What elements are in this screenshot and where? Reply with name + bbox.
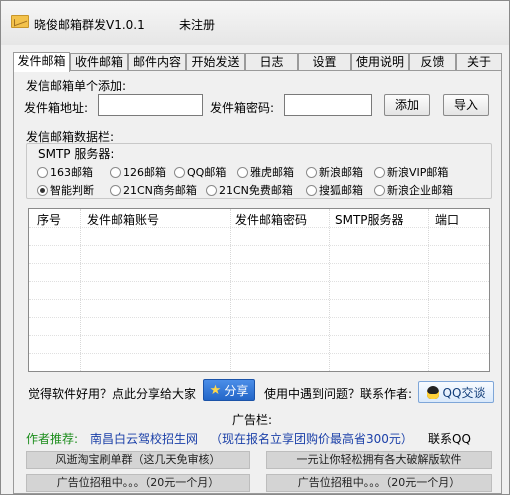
radio-163[interactable]: 163邮箱 [37,164,93,180]
radio-label: 雅虎邮箱 [250,166,294,179]
radio-sina-vip[interactable]: 新浪VIP邮箱 [374,164,448,180]
radio-circle-icon [374,184,385,196]
add-button[interactable]: 添加 [384,94,430,116]
tab-sender-mailbox[interactable]: 发件邮箱 [13,52,70,72]
radio-sina[interactable]: 新浪邮箱 [306,164,363,180]
radio-21cn-free[interactable]: 21CN免费邮箱 [206,182,293,198]
radio-label: 新浪邮箱 [319,166,363,179]
table-header-smtp[interactable]: SMTP服务器 [335,211,404,228]
address-label: 发件箱地址: [24,101,89,115]
tab-bar: 发件邮箱 收件邮箱 邮件内容 开始发送 日志 设置 使用说明 反馈 关于 [13,52,502,72]
radio-label: 21CN商务邮箱 [123,184,197,197]
table-column [81,209,231,371]
share-button[interactable]: ★ 分享 [203,379,255,401]
window-title: 晓俊邮箱群发V1.0.1 [34,18,145,32]
radio-label: 21CN免费邮箱 [219,184,293,197]
qq-chat-button[interactable]: QQ交谈 [418,381,494,403]
table-row [29,281,489,282]
tab-log[interactable]: 日志 [245,53,298,71]
import-button[interactable]: 导入 [443,94,489,116]
add-section-heading: 发信邮箱单个添加: [26,79,127,93]
radio-yahoo[interactable]: 雅虎邮箱 [237,164,294,180]
table-column [29,209,81,371]
table-row [29,299,489,300]
table-header-port[interactable]: 端口 [435,211,459,228]
ad-button[interactable]: 广告位招租中。。。（20元一个月） [266,474,492,492]
tab-settings[interactable]: 设置 [298,53,351,71]
radio-126[interactable]: 126邮箱 [110,164,166,180]
tab-recipient-mailbox[interactable]: 收件邮箱 [70,53,128,71]
sender-panel: 发信邮箱单个添加: 发件箱地址: 发件箱密码: 添加 导入 发信邮箱数据栏: S… [13,70,502,494]
ad-button[interactable]: 风逝淘宝刷单群（这几天免审核） [26,451,250,469]
help-prompt: 使用中遇到问题？联系作者: [264,387,413,401]
radio-circle-icon [374,166,385,178]
radio-sina-enterprise[interactable]: 新浪企业邮箱 [374,182,453,198]
ad-button[interactable]: 广告位招租中。。。（20元一个月） [26,474,250,492]
share-prompt: 觉得软件好用？点此分享给大家 [28,387,197,401]
qq-penguin-icon [426,385,439,399]
radio-circle-icon [110,166,121,178]
app-window: 晓俊邮箱群发V1.0.1 未注册 发件邮箱 收件邮箱 邮件内容 开始发送 日志 … [0,0,510,495]
table-row [29,335,489,336]
table-column [231,209,330,371]
radio-label: 搜狐邮箱 [319,184,363,197]
star-icon: ★ [209,382,222,398]
table-row [29,227,489,228]
radio-label: 163邮箱 [50,166,93,179]
radio-label: 智能判断 [50,184,94,197]
radio-circle-icon [37,166,48,178]
share-button-label: 分享 [224,383,249,398]
radio-circle-icon [174,166,185,178]
password-input[interactable] [284,94,372,116]
radio-qq[interactable]: QQ邮箱 [174,164,226,180]
tab-start-sending[interactable]: 开始发送 [186,53,245,71]
password-label: 发件箱密码: [210,101,275,115]
radio-label: 126邮箱 [123,166,166,179]
radio-circle-icon [237,166,248,178]
tab-instructions[interactable]: 使用说明 [351,53,409,71]
registration-status: 未注册 [179,18,216,32]
ad-heading: 广告栏: [232,413,273,427]
author-recommend-label: 作者推荐: [26,432,79,446]
table-row [29,245,489,246]
table-row [29,263,489,264]
radio-sohu[interactable]: 搜狐邮箱 [306,182,363,198]
tab-feedback[interactable]: 反馈 [409,53,456,71]
table-row [29,353,489,354]
radio-circle-icon [306,184,317,196]
envelope-icon [11,15,29,28]
tab-mail-content[interactable]: 邮件内容 [128,53,186,71]
ad-promo[interactable]: （现在报名立享团购价最高省300元） [210,430,413,447]
radio-circle-icon [206,184,217,196]
radio-label: 新浪企业邮箱 [387,184,453,197]
radio-21cn-business[interactable]: 21CN商务邮箱 [110,182,197,198]
radio-smart-detect[interactable]: 智能判断 [37,182,94,198]
table-header-password[interactable]: 发件邮箱密码 [235,211,307,228]
table-header-account[interactable]: 发件邮箱账号 [87,211,159,228]
qq-button-label: QQ交谈 [442,385,486,400]
radio-label: 新浪VIP邮箱 [387,166,449,179]
smtp-label: SMTP 服务器: [36,145,117,162]
table-column [330,209,429,371]
contact-qq[interactable]: 联系QQ [428,430,471,447]
ad-link[interactable]: 南昌白云驾校招生网 [90,430,198,447]
sender-accounts-table[interactable]: 序号 发件邮箱账号 发件邮箱密码 SMTP服务器 端口 [28,208,490,372]
radio-circle-icon [110,184,121,196]
table-header-index[interactable]: 序号 [37,211,61,228]
title-bar: 晓俊邮箱群发V1.0.1 未注册 [1,1,509,45]
tab-about[interactable]: 关于 [456,53,502,71]
ad-button[interactable]: 一元让你轻松拥有各大破解版软件 [266,451,492,469]
radio-label: QQ邮箱 [187,166,227,179]
address-input[interactable] [98,94,203,116]
radio-circle-icon [306,166,317,178]
radio-selected-icon [37,184,48,196]
table-row [29,317,489,318]
